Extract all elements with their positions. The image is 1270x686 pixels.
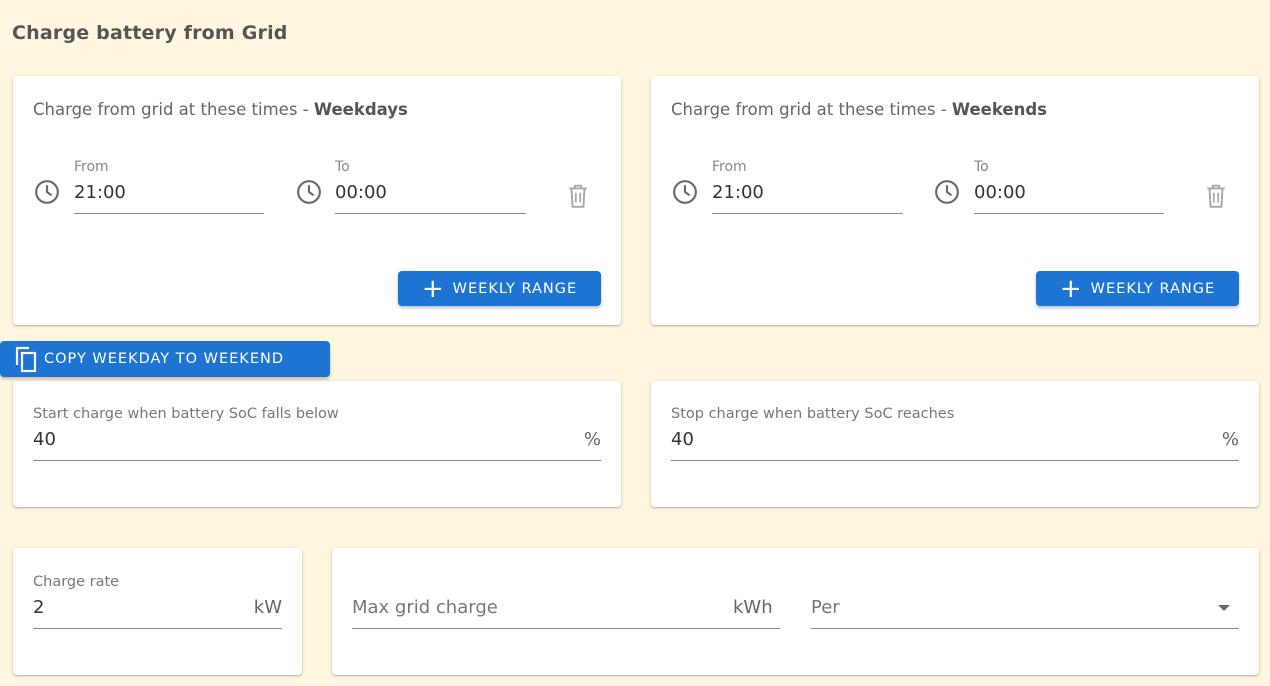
trash-icon[interactable]	[1205, 183, 1227, 209]
per-select[interactable]: Per	[811, 597, 840, 618]
max-grid-charge-card: Max grid charge kWh Per	[332, 548, 1259, 675]
weekdays-to-underline	[335, 213, 526, 214]
weekdays-to-label: To	[335, 159, 350, 175]
weekdays-heading: Charge from grid at these times - Weekda…	[33, 100, 408, 119]
max-grid-charge-input[interactable]: Max grid charge	[352, 597, 498, 618]
weekdays-add-weekly-range-label: WEEKLY RANGE	[452, 280, 578, 297]
weekends-from-label: From	[712, 159, 747, 175]
max-grid-charge-unit: kWh	[733, 597, 773, 618]
clock-icon[interactable]	[934, 179, 960, 205]
trash-icon[interactable]	[567, 183, 589, 209]
clock-icon[interactable]	[672, 179, 698, 205]
max-grid-charge-underline	[352, 628, 780, 629]
stop-charge-underline	[671, 460, 1239, 461]
charge-rate-card: Charge rate 2 kW	[13, 548, 302, 675]
weekends-to-label: To	[974, 159, 989, 175]
charge-rate-underline	[33, 628, 282, 629]
chevron-down-icon[interactable]	[1217, 604, 1231, 612]
weekdays-from-input[interactable]: 21:00	[74, 182, 126, 203]
weekends-heading-prefix: Charge from grid at these times -	[671, 100, 952, 119]
start-charge-input[interactable]: 40	[33, 429, 56, 450]
weekdays-heading-prefix: Charge from grid at these times -	[33, 100, 314, 119]
stop-charge-input[interactable]: 40	[671, 429, 694, 450]
weekends-add-weekly-range-label: WEEKLY RANGE	[1090, 280, 1216, 297]
copy-weekday-to-weekend-label: COPY WEEKDAY TO WEEKEND	[44, 351, 284, 367]
stop-charge-label: Stop charge when battery SoC reaches	[671, 406, 955, 422]
clock-icon[interactable]	[296, 179, 322, 205]
weekdays-card: Charge from grid at these times - Weekda…	[13, 76, 621, 325]
weekends-to-underline	[974, 213, 1164, 214]
weekends-heading-bold: Weekends	[951, 100, 1047, 119]
per-select-underline	[811, 628, 1239, 629]
stop-charge-card: Stop charge when battery SoC reaches 40 …	[651, 381, 1259, 507]
start-charge-unit: %	[583, 429, 601, 450]
stop-charge-unit: %	[1221, 429, 1239, 450]
weekends-from-input[interactable]: 21:00	[712, 182, 764, 203]
start-charge-underline	[33, 460, 601, 461]
weekends-heading: Charge from grid at these times - Weeken…	[671, 100, 1047, 119]
weekends-to-input[interactable]: 00:00	[974, 182, 1026, 203]
weekends-card: Charge from grid at these times - Weeken…	[651, 76, 1259, 325]
start-charge-label: Start charge when battery SoC falls belo…	[33, 406, 339, 422]
start-charge-card: Start charge when battery SoC falls belo…	[13, 381, 621, 507]
charge-rate-unit: kW	[253, 597, 282, 618]
weekends-from-underline	[712, 213, 903, 214]
weekdays-heading-bold: Weekdays	[313, 100, 408, 119]
weekdays-from-label: From	[74, 159, 109, 175]
weekdays-from-underline	[74, 213, 264, 214]
copy-icon	[15, 346, 37, 373]
plus-icon: +	[1059, 273, 1083, 304]
clock-icon[interactable]	[34, 179, 60, 205]
weekends-add-weekly-range-button[interactable]: + WEEKLY RANGE	[1036, 271, 1239, 306]
plus-icon: +	[421, 273, 445, 304]
page-title: Charge battery from Grid	[12, 22, 288, 44]
weekdays-add-weekly-range-button[interactable]: + WEEKLY RANGE	[398, 271, 601, 306]
charge-rate-input[interactable]: 2	[33, 597, 44, 618]
weekdays-to-input[interactable]: 00:00	[335, 182, 387, 203]
copy-weekday-to-weekend-button[interactable]: COPY WEEKDAY TO WEEKEND	[0, 341, 330, 377]
charge-rate-label: Charge rate	[33, 574, 120, 590]
